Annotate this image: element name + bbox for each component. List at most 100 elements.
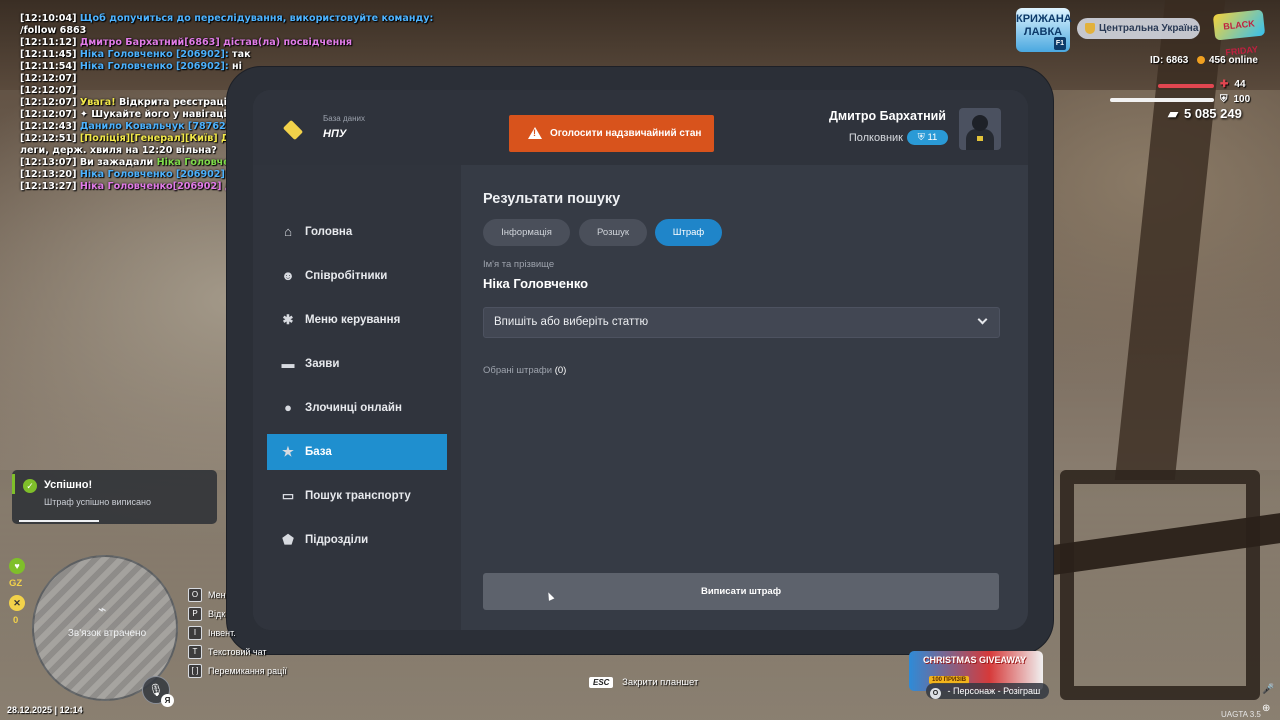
key-hint: T Текстовий чат [188, 645, 267, 660]
issue-fine-label: Виписати штраф [700, 586, 782, 597]
version: UAGTA 3.5 [1221, 710, 1261, 719]
health-bar [1158, 84, 1214, 88]
success-toast: ✓ Успішно! Штраф успішно виписано [12, 470, 217, 524]
rank-level: 11 [927, 132, 938, 143]
chat-fragment: /follow 6863 [20, 25, 87, 36]
suspect-name: Ніка Головченко [483, 276, 589, 291]
sidebar-item-5[interactable]: ★ База [267, 434, 447, 470]
toast-progress [19, 520, 99, 522]
folder-icon: ▬ [281, 356, 295, 371]
avatar-patch [977, 136, 983, 141]
giveaway-hint[interactable]: O - Персонаж - Розіграш [926, 683, 1050, 699]
police-logo-icon [282, 119, 304, 141]
toast-accent [12, 474, 15, 494]
chat-fragment: [12:13:07] [20, 157, 80, 168]
tab-wanted[interactable]: Розшук [579, 219, 647, 246]
avatar[interactable] [959, 108, 1001, 150]
sidebar-item-label: Головна [305, 226, 353, 238]
heart-icon: ♥ [9, 558, 25, 574]
giveaway-title: CHRISTMAS GIVEAWAY [923, 655, 1027, 665]
close-tablet-label: Закрити планшет [622, 677, 699, 688]
wanted-counter: 0 [13, 615, 19, 626]
key-cap: T [188, 645, 202, 659]
datetime: 28.12.2025 | 12:14 [7, 705, 83, 715]
check-icon: ✓ [23, 479, 37, 493]
emergency-button[interactable]: Оголосити надзвичайний стан [509, 115, 714, 152]
chat-fragment: [12:12:07] [20, 73, 77, 84]
sidebar-item-label: Меню керування [305, 314, 401, 326]
region-shield-icon [1085, 23, 1095, 34]
sidebar-item-7[interactable]: ⬟ Підрозділи [267, 522, 447, 558]
sidebar-item-2[interactable]: ✱ Меню керування [267, 302, 447, 338]
sidebar-item-0[interactable]: ⌂ Головна [267, 214, 447, 250]
chat-fragment: [12:12:07] [20, 85, 77, 96]
online-count: 456 online [1197, 55, 1258, 66]
sidebar-item-label: Підрозділи [305, 534, 369, 546]
tab-fine[interactable]: Штраф [655, 219, 722, 246]
avatar-head [972, 115, 988, 131]
cross-weapons-icon: ✕ [9, 595, 25, 611]
armor-label: 100 [1233, 94, 1251, 105]
sidebar-item-label: Злочинці онлайн [305, 402, 402, 414]
page-title: Результати пошуку [483, 191, 621, 207]
brand-subtitle: База даних [323, 114, 365, 123]
close-tablet-hint[interactable]: ESC Закрити планшет [589, 677, 698, 688]
region-label: Центральна Україна [1099, 23, 1199, 34]
selected-fines-label: Обрані штрафи [483, 365, 553, 376]
chat-fragment: [12:13:20] [20, 169, 80, 180]
key-label: Мен [208, 590, 226, 600]
chat-fragment: [12:11:45] [20, 49, 80, 60]
sidebar-item-6[interactable]: ▭ Пошук транспорту [267, 478, 447, 514]
gear-icon: ✱ [282, 312, 294, 327]
chair [1060, 470, 1260, 700]
chat-fragment: Данило Ковальчук [78762]: [79, 121, 234, 132]
ice-shop-logo[interactable]: КРИЖАНА ЛАВКА F1 [1016, 8, 1072, 52]
chat-fragment: Щоб допучиться до переслідування, викори… [79, 13, 434, 24]
chat-line: [12:11:12] Дмитро Бархатний[6863] дістав… [20, 37, 400, 49]
key-hint: O Мен [188, 588, 226, 603]
online-label: 456 online [1209, 55, 1258, 66]
chat-fragment: [12:12:07] [20, 97, 80, 108]
tablet-screen: База даних НПУ Оголосити надзвичайний ст… [253, 90, 1028, 630]
chat-fragment: [12:12:07] [20, 109, 80, 120]
car-icon: ▭ [281, 488, 295, 503]
region-badge: Центральна Україна [1077, 18, 1200, 39]
ice-shop-key: F1 [1053, 37, 1066, 50]
mask-icon: ● [284, 400, 292, 415]
chat-fragment: Ніка Головченко [206902]: [79, 61, 229, 72]
emergency-button-label: Оголосити надзвичайний стан [550, 128, 702, 139]
tab-information[interactable]: Інформація [483, 219, 570, 246]
sidebar-item-1[interactable]: ☻ Співробітники [267, 258, 447, 294]
toast-title: Успішно! [44, 479, 93, 491]
article-select-value: Впишіть або виберіть статтю [494, 316, 649, 328]
selected-fines: Обрані штрафи (0) [483, 365, 566, 376]
chat-fragment: Дмитро Бархатний[6863] дістав(ла) посвід… [79, 37, 353, 48]
minimap-status: Зв'язок втрачено [67, 628, 147, 639]
giveaway-key: O [930, 688, 941, 699]
giveaway-label: - Персонаж - Розіграш [947, 686, 1041, 696]
chat-line: /follow 6863 [20, 25, 400, 37]
rank-shield-icon: ⛨ [917, 132, 928, 143]
chat-fragment: Ви зажадали [79, 157, 157, 168]
tablet-topbar: База даних НПУ Оголосити надзвичайний ст… [253, 90, 1028, 165]
chat-line: [12:10:04] Щоб допучиться до переслідува… [20, 13, 433, 25]
armor-value: ⛨ 100 [1220, 94, 1250, 105]
issue-fine-button[interactable]: Виписати штраф [483, 573, 999, 610]
star-icon: ★ [282, 444, 294, 459]
sidebar-item-label: База [305, 446, 332, 458]
gang-zone-label: GZ [9, 578, 23, 589]
key-label: Відк [208, 609, 226, 619]
sidebar-item-3[interactable]: ▬ Заяви [267, 346, 447, 382]
article-select[interactable]: Впишіть або виберіть статтю [483, 307, 1000, 338]
people-icon: ☻ [281, 268, 295, 283]
sidebar-item-4[interactable]: ● Злочинці онлайн [267, 390, 447, 426]
key-label: Текстовий чат [208, 647, 267, 657]
chat-fragment: Ніка Головченко [206902]: [79, 49, 229, 60]
event-logo[interactable]: BLACK FRIDAY [1212, 9, 1266, 58]
health-cross-icon: ✚ [1220, 79, 1229, 90]
sidebar: ⌂ Головна ☻ Співробітники ✱ Меню керування ▬ За… [253, 165, 461, 630]
sidebar-item-label: Пошук транспорту [305, 490, 411, 502]
officer-rank: Полковник [848, 132, 903, 144]
chat-fragment: Увага! [79, 97, 116, 108]
rank-badge: ⛨ 11 [907, 130, 948, 145]
